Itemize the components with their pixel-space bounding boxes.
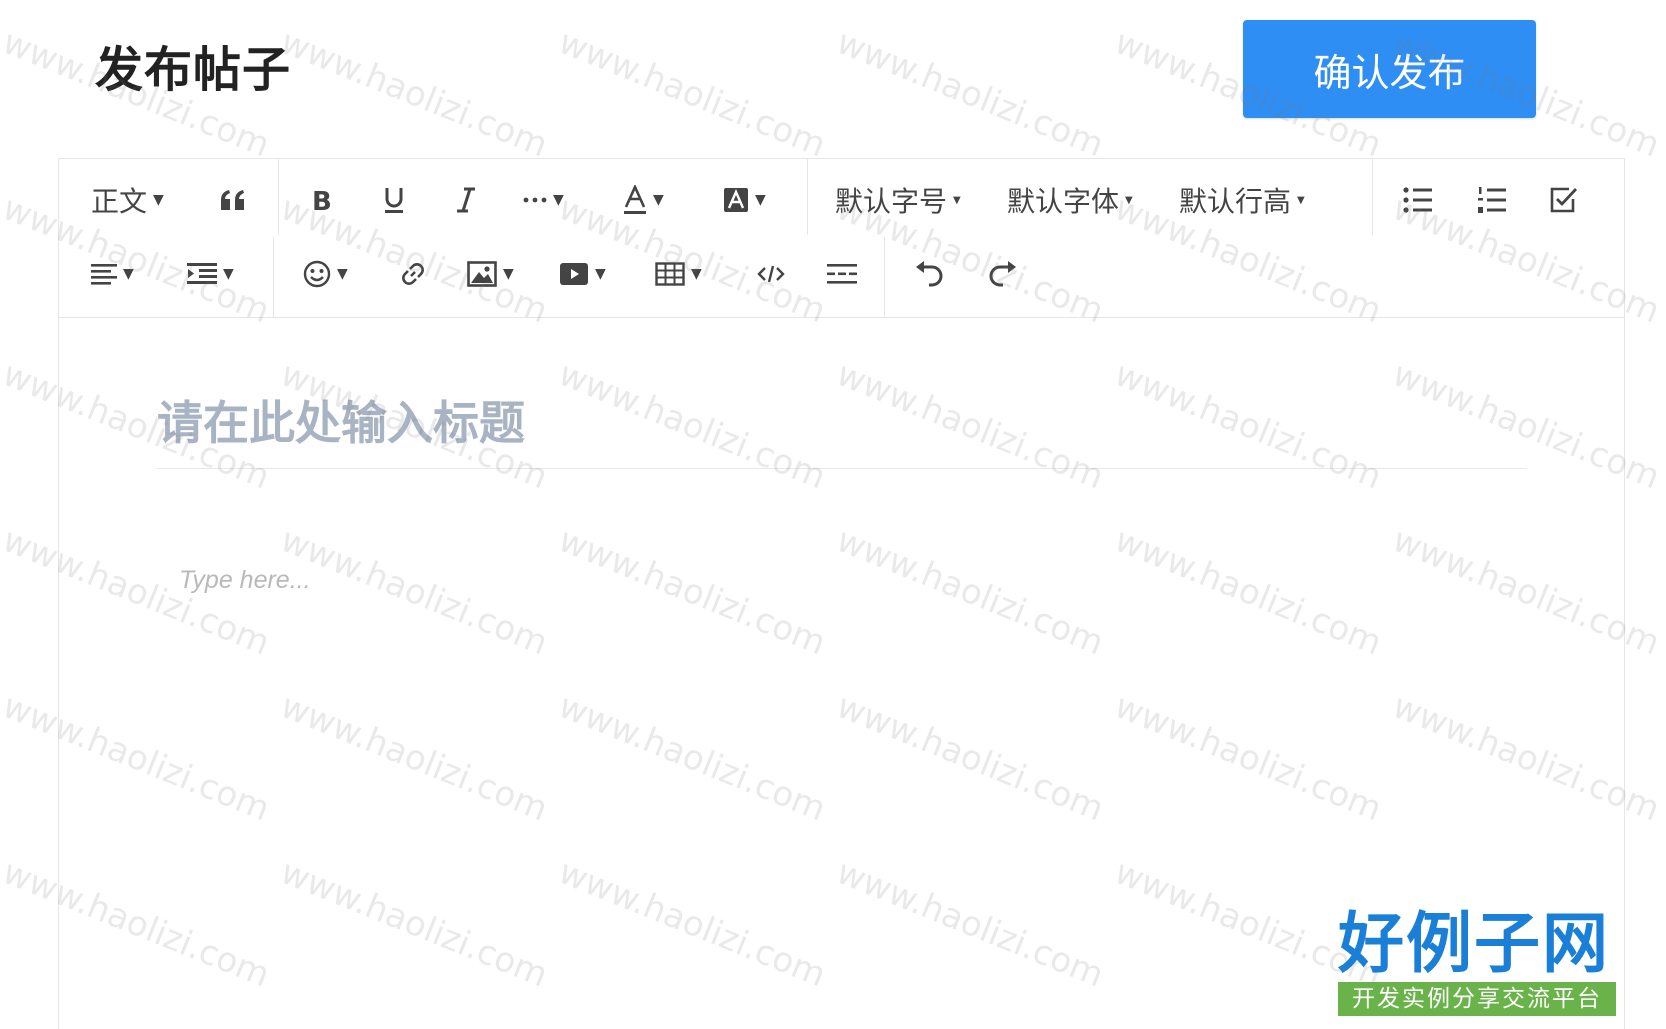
logo-main-text: 好例子网 <box>1338 904 1610 982</box>
chevron-down-icon: ▼ <box>153 192 164 208</box>
chevron-down-icon: ▼ <box>223 266 234 282</box>
chevron-down-icon: ▼ <box>595 266 606 282</box>
table-dropdown[interactable]: ▼ <box>655 249 702 299</box>
link-button[interactable] <box>399 249 427 299</box>
table-icon <box>655 262 685 286</box>
undo-icon <box>916 261 943 287</box>
chevron-down-icon: ▼ <box>123 266 134 282</box>
chevron-down-icon: ▼ <box>691 266 702 282</box>
bullet-list-icon <box>1403 187 1432 213</box>
video-dropdown[interactable]: ▼ <box>559 249 606 299</box>
bold-icon: B <box>312 187 332 214</box>
font-family-dropdown[interactable]: 默认字体 ▼ <box>1007 175 1133 225</box>
code-button[interactable] <box>757 249 785 299</box>
haolizi-logo: 好例子网 开发实例分享交流平台 <box>1338 908 1616 1016</box>
background-color-dropdown[interactable]: ▼ <box>723 175 766 225</box>
undo-button[interactable] <box>915 249 945 299</box>
quote-button[interactable] <box>219 175 247 225</box>
page-title: 发布帖子 <box>95 42 292 98</box>
title-input[interactable] <box>157 378 1527 469</box>
align-dropdown[interactable]: ▼ <box>91 249 134 299</box>
redo-button[interactable] <box>987 249 1017 299</box>
numbered-list-icon <box>1478 187 1506 213</box>
redo-icon <box>989 261 1016 287</box>
divider-icon <box>827 264 857 284</box>
underline-icon <box>385 188 403 213</box>
paragraph-format-dropdown[interactable]: 正文 ▼ <box>91 175 164 225</box>
numbered-list-button[interactable] <box>1477 175 1507 225</box>
chevron-down-icon: ▼ <box>953 194 961 206</box>
rich-text-editor: 正文 ▼ B ▼ ▼ ▼ 默认字号 ▼ 默认字体 ▼ 默认行高 ▼ ▼ ▼ ▼ … <box>58 158 1625 1029</box>
todo-checkbox-button[interactable] <box>1549 175 1579 225</box>
chevron-down-icon: ▼ <box>653 192 664 208</box>
chevron-down-icon: ▼ <box>337 266 348 282</box>
indent-icon <box>187 263 217 284</box>
link-icon <box>402 263 424 285</box>
toolbar-divider <box>1372 159 1373 235</box>
font-size-dropdown[interactable]: 默认字号 ▼ <box>835 175 961 225</box>
italic-icon <box>457 187 475 213</box>
align-icon <box>91 264 117 285</box>
body-editor[interactable]: Type here... <box>179 566 311 595</box>
chevron-down-icon: ▼ <box>503 266 514 282</box>
font-color-icon <box>624 185 646 214</box>
toolbar-divider <box>807 159 808 235</box>
line-height-label: 默认行高 <box>1179 185 1292 218</box>
toolbar-divider <box>278 159 279 235</box>
toolbar-divider <box>884 237 885 317</box>
chevron-down-icon: ▼ <box>1125 194 1133 206</box>
font-size-label: 默认字号 <box>835 185 948 218</box>
watermark-text: www.haolizi.com <box>553 22 832 166</box>
font-color-dropdown[interactable]: ▼ <box>623 175 664 225</box>
quote-icon <box>221 190 244 210</box>
todo-checkbox-icon <box>1550 187 1578 213</box>
chevron-down-icon: ▼ <box>553 192 564 208</box>
video-icon <box>560 263 588 285</box>
image-icon <box>467 261 497 287</box>
emoji-dropdown[interactable]: ▼ <box>303 249 348 299</box>
logo-sub-text: 开发实例分享交流平台 <box>1338 982 1616 1016</box>
line-height-dropdown[interactable]: 默认行高 ▼ <box>1179 175 1305 225</box>
watermark-text: www.haolizi.com <box>275 22 554 166</box>
code-icon <box>757 265 785 283</box>
toolbar-divider <box>273 237 274 317</box>
image-dropdown[interactable]: ▼ <box>467 249 514 299</box>
italic-button[interactable] <box>455 175 477 225</box>
emoji-icon <box>303 260 331 288</box>
editor-toolbar: 正文 ▼ B ▼ ▼ ▼ 默认字号 ▼ 默认字体 ▼ 默认行高 ▼ ▼ ▼ ▼ … <box>59 159 1624 318</box>
bold-button[interactable]: B <box>311 175 333 225</box>
divider-button[interactable] <box>827 249 857 299</box>
more-format-icon <box>523 197 547 203</box>
bullet-list-button[interactable] <box>1403 175 1433 225</box>
publish-button[interactable]: 确认发布 <box>1243 20 1536 118</box>
indent-dropdown[interactable]: ▼ <box>187 249 234 299</box>
more-format-dropdown[interactable]: ▼ <box>523 175 564 225</box>
background-color-icon <box>724 188 748 212</box>
underline-button[interactable] <box>383 175 405 225</box>
svg-text:B: B <box>312 187 332 214</box>
chevron-down-icon: ▼ <box>755 192 766 208</box>
font-family-label: 默认字体 <box>1007 185 1120 218</box>
paragraph-format-label: 正文 <box>91 185 148 218</box>
watermark-text: www.haolizi.com <box>831 22 1110 166</box>
chevron-down-icon: ▼ <box>1297 194 1305 206</box>
